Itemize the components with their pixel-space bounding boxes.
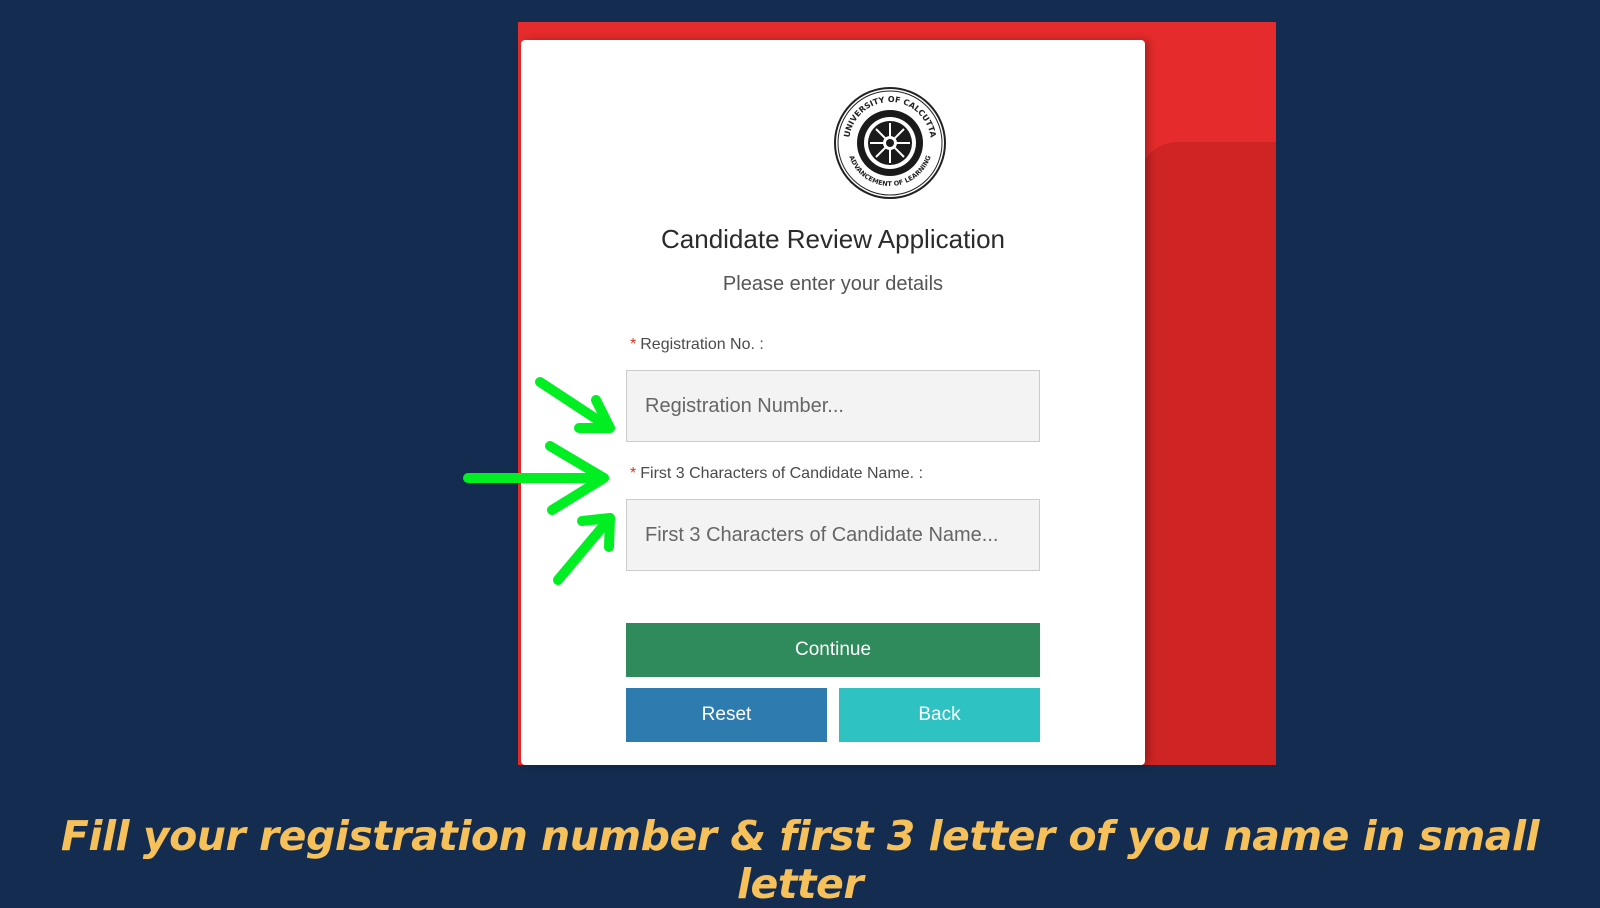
back-button[interactable]: Back [839, 688, 1040, 742]
required-marker: * [630, 465, 637, 482]
continue-button[interactable]: Continue [626, 623, 1040, 677]
frame-shadow [1138, 142, 1276, 765]
page-subtitle: Please enter your details [722, 273, 944, 295]
page-title: Candidate Review Application [661, 224, 1005, 254]
registration-number-input[interactable] [626, 370, 1040, 442]
candidate-name-chars-input[interactable] [626, 499, 1040, 571]
university-seal-icon: UNIVERSITY OF CALCUTTA ADVANCEMENT OF LE… [834, 87, 946, 199]
registration-label: * Registration No. : [630, 336, 764, 354]
instruction-caption: Fill your registration number & first 3 … [60, 812, 1540, 908]
reset-button[interactable]: Reset [626, 688, 827, 742]
name-chars-label-text: First 3 Characters of Candidate Name. : [640, 465, 924, 482]
registration-label-text: Registration No. : [640, 336, 764, 353]
required-marker: * [630, 336, 637, 353]
name-chars-label: * First 3 Characters of Candidate Name. : [630, 465, 923, 483]
